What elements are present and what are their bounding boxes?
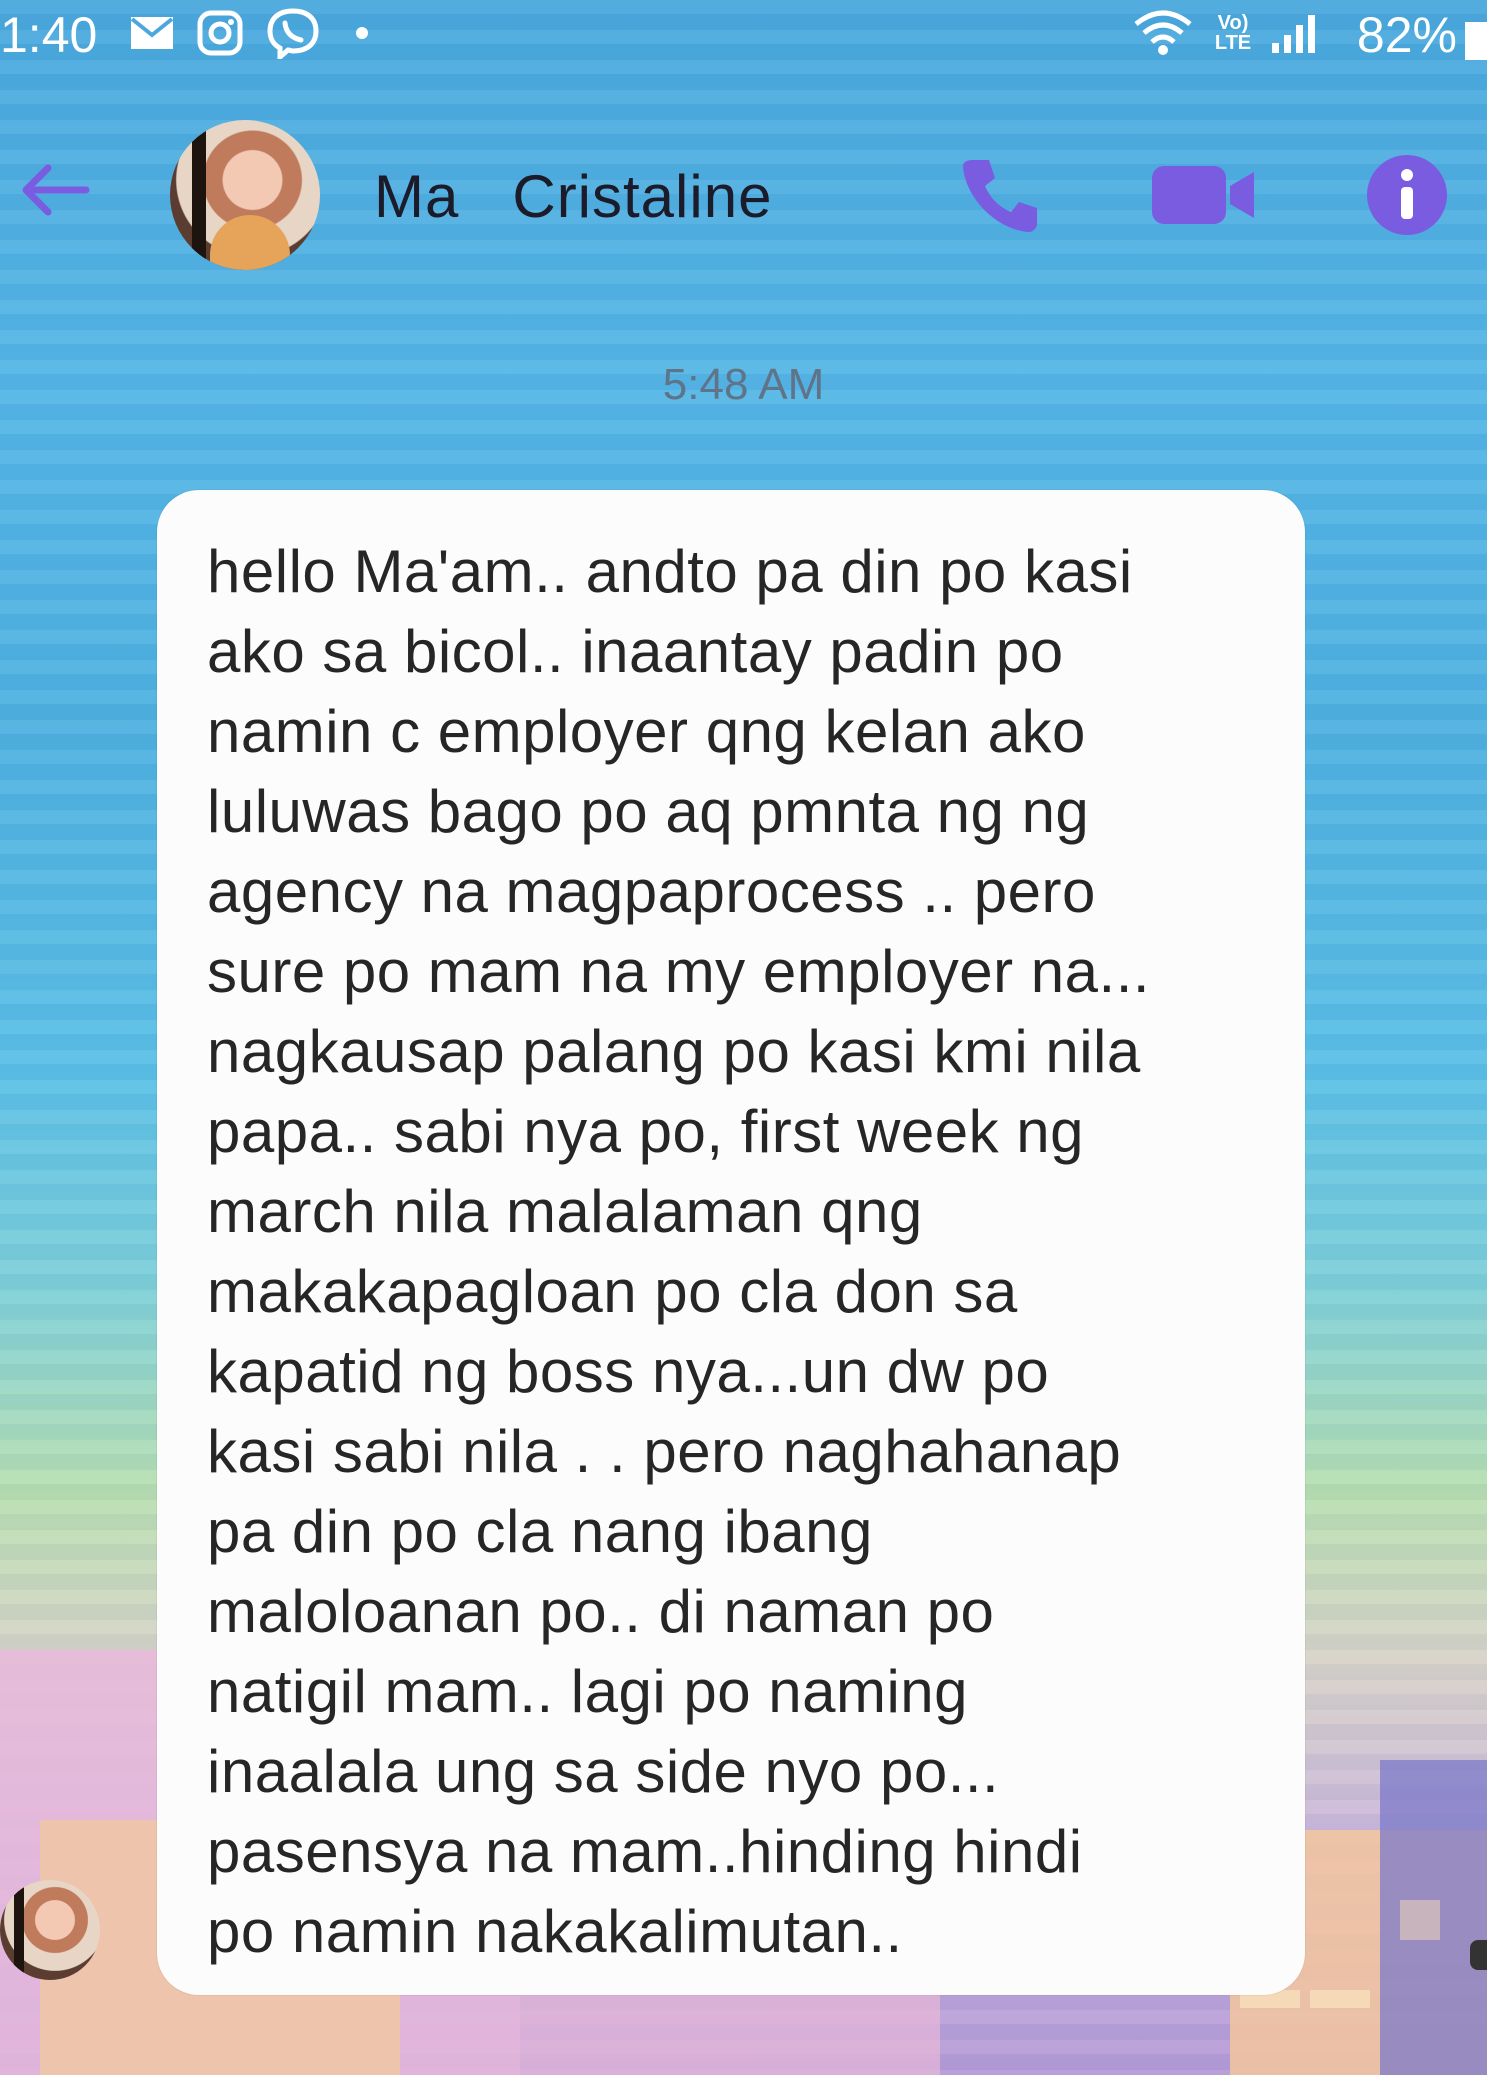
- instagram-icon: [194, 8, 246, 58]
- mail-icon: [128, 8, 176, 58]
- battery-percentage: 82%: [1356, 7, 1457, 63]
- status-time: 1:40: [0, 7, 98, 63]
- message-timestamp: 5:48 AM: [662, 360, 825, 409]
- background-window: [1310, 1990, 1370, 2008]
- status-bar: 1:40 Vo) LTE 82%: [0, 0, 1487, 70]
- viber-icon: [264, 8, 322, 59]
- sender-avatar[interactable]: [0, 1880, 100, 1980]
- battery-icon: [1465, 22, 1487, 60]
- wifi-icon: [1130, 8, 1196, 58]
- back-arrow-icon[interactable]: [14, 160, 94, 220]
- info-icon[interactable]: [1365, 153, 1449, 242]
- volte-label-top: Vo): [1217, 12, 1249, 34]
- message-text: hello Ma'am.. andto pa din po kasi ako s…: [207, 538, 1151, 1965]
- signal-icon: [1268, 8, 1318, 58]
- background-window: [1400, 1900, 1440, 1940]
- dot-icon: [352, 8, 372, 58]
- volte-label-bottom: LTE: [1214, 32, 1252, 54]
- contact-avatar[interactable]: [170, 120, 320, 270]
- phone-icon[interactable]: [955, 150, 1045, 245]
- video-call-icon[interactable]: [1150, 162, 1260, 233]
- message-bubble[interactable]: hello Ma'am.. andto pa din po kasi ako s…: [157, 490, 1305, 1995]
- scroll-indicator: [1470, 1940, 1487, 1970]
- contact-name[interactable]: Ma Cristaline: [374, 162, 772, 231]
- volte-icon: Vo) LTE: [1206, 8, 1260, 58]
